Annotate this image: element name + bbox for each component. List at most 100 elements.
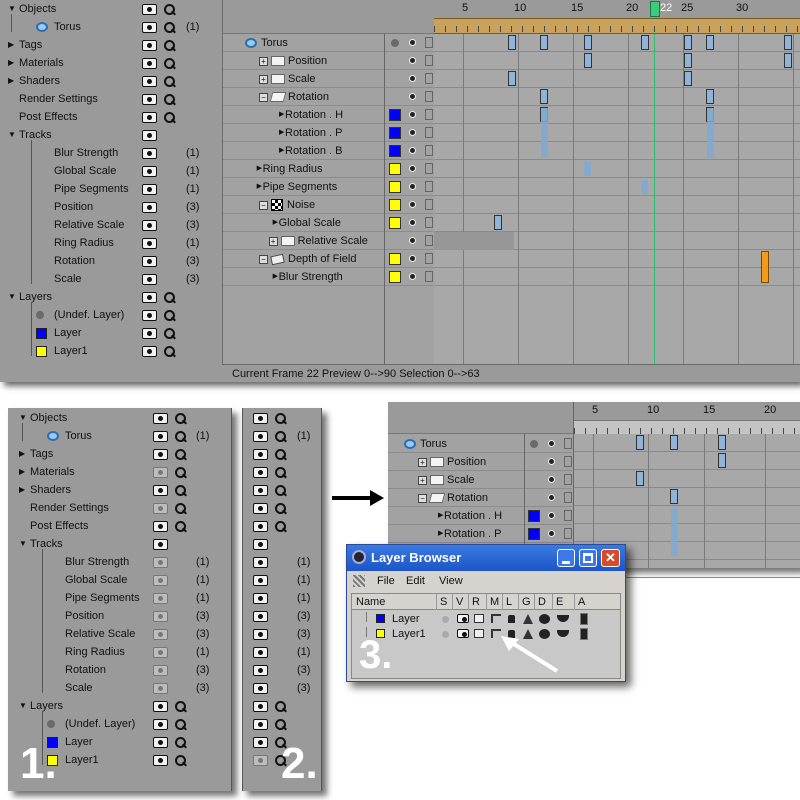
eye-icon[interactable] [409, 219, 416, 226]
visibility-eye-icon[interactable] [253, 485, 268, 496]
visibility-eye-icon[interactable] [253, 593, 268, 604]
visibility-eye-icon[interactable] [153, 521, 168, 532]
film-strip-icon[interactable] [425, 73, 433, 84]
search-icon[interactable] [274, 700, 287, 713]
search-icon[interactable] [174, 718, 187, 731]
visibility-eye-icon[interactable] [253, 647, 268, 658]
tree-row-position[interactable]: (3) [243, 607, 323, 625]
tree-row-post-effects[interactable]: Post Effects [0, 108, 222, 126]
visibility-eye-icon[interactable] [253, 521, 268, 532]
track-row-torus[interactable]: Torus [388, 435, 572, 453]
search-icon[interactable] [274, 430, 287, 443]
visibility-eye-icon[interactable] [153, 539, 168, 550]
film-strip-icon[interactable] [425, 145, 433, 156]
visibility-eye-icon[interactable] [153, 755, 168, 766]
film-strip-icon[interactable] [425, 199, 433, 210]
search-icon[interactable] [174, 484, 187, 497]
visibility-eye-icon[interactable] [253, 701, 268, 712]
tree-row-position[interactable]: Position (3) [0, 198, 222, 216]
generator-icon[interactable] [523, 614, 533, 624]
search-icon[interactable] [163, 291, 176, 304]
tree-row-tags[interactable]: ▶ Tags [0, 36, 222, 54]
search-icon[interactable] [174, 412, 187, 425]
film-strip-icon[interactable] [425, 109, 433, 120]
track-row-torus[interactable]: Torus [223, 34, 433, 52]
expand-triangle-icon[interactable]: ▶ [8, 72, 14, 90]
expand-triangle-icon[interactable]: ▶ [19, 463, 25, 481]
track-row-pipe-segments[interactable]: ▶ Pipe Segments [223, 178, 433, 196]
visibility-eye-icon[interactable] [142, 184, 157, 195]
search-icon[interactable] [163, 111, 176, 124]
eye-icon[interactable] [409, 237, 416, 244]
visibility-eye-icon[interactable] [153, 665, 168, 676]
film-strip-icon[interactable] [564, 474, 572, 485]
visibility-eye-icon[interactable] [253, 539, 268, 550]
frame-ruler-small[interactable]: 5 10 15 20 [574, 402, 800, 434]
keyframe-marker[interactable] [508, 71, 516, 86]
solo-dot-icon[interactable] [442, 616, 449, 623]
search-icon[interactable] [174, 502, 187, 515]
layer-row-layer[interactable]: Layer [352, 612, 620, 627]
tree-row-relative-scale[interactable]: Relative Scale (3) [0, 216, 222, 234]
visibility-eye-icon[interactable] [142, 76, 157, 87]
tree-row-pipe-segments[interactable]: Pipe Segments (1) [0, 180, 222, 198]
tree-row-relative-scale[interactable]: (3) [243, 625, 323, 643]
visibility-eye-icon[interactable] [253, 575, 268, 586]
keyframe-marker[interactable] [641, 35, 649, 50]
eye-icon[interactable] [548, 440, 555, 447]
visibility-eye-icon[interactable] [153, 683, 168, 694]
keyframe-marker[interactable] [684, 53, 692, 68]
track-row-rotation[interactable]: − Rotation [388, 489, 572, 507]
search-icon[interactable] [163, 345, 176, 358]
search-icon[interactable] [274, 484, 287, 497]
film-strip-icon[interactable] [564, 438, 572, 449]
expand-triangle-icon[interactable]: ▶ [8, 54, 14, 72]
track-row-position[interactable]: + Position [388, 453, 572, 471]
eye-icon[interactable] [409, 129, 416, 136]
eye-icon[interactable] [409, 201, 416, 208]
keyframe-marker[interactable] [784, 35, 792, 50]
expand-plus-icon[interactable]: + [259, 75, 268, 84]
column-header-e[interactable]: E [556, 594, 563, 610]
visibility-eye-icon[interactable] [142, 238, 157, 249]
minimize-button[interactable] [557, 549, 575, 567]
eye-icon[interactable] [409, 255, 416, 262]
visibility-eye-icon[interactable] [142, 58, 157, 69]
lock-icon[interactable] [508, 615, 515, 623]
visibility-eye-icon[interactable] [153, 593, 168, 604]
visibility-eye-icon[interactable] [142, 346, 157, 357]
film-strip-icon[interactable] [425, 37, 433, 48]
menu-edit[interactable]: Edit [406, 571, 425, 591]
eye-icon[interactable] [548, 512, 555, 519]
film-strip-icon[interactable] [425, 271, 433, 282]
menu-view[interactable]: View [439, 571, 463, 591]
keyframe-marker[interactable] [684, 71, 692, 86]
column-header-s[interactable]: S [440, 594, 447, 610]
tree-row-tags[interactable] [243, 445, 323, 463]
tree-row-rotation[interactable]: (3) [243, 661, 323, 679]
film-strip-icon[interactable] [564, 456, 572, 467]
visibility-eye-icon[interactable] [142, 202, 157, 213]
collapse-minus-icon[interactable]: − [259, 93, 268, 102]
eye-icon[interactable] [409, 93, 416, 100]
visibility-eye-icon[interactable] [457, 629, 469, 638]
film-strip-icon[interactable] [564, 492, 572, 503]
search-icon[interactable] [174, 754, 187, 767]
visibility-eye-icon[interactable] [153, 413, 168, 424]
visibility-eye-icon[interactable] [142, 94, 157, 105]
tree-row-objects[interactable]: ▼ Objects [8, 409, 232, 427]
search-icon[interactable] [163, 57, 176, 70]
visibility-eye-icon[interactable] [142, 4, 157, 15]
visibility-eye-icon[interactable] [253, 503, 268, 514]
search-icon[interactable] [163, 93, 176, 106]
search-icon[interactable] [163, 327, 176, 340]
visibility-eye-icon[interactable] [253, 467, 268, 478]
search-icon[interactable] [174, 700, 187, 713]
tree-row-render-settings[interactable]: Render Settings [0, 90, 222, 108]
tree-row-global-scale[interactable]: (1) [243, 571, 323, 589]
tree-row-torus[interactable]: (1) [243, 427, 323, 445]
track-row-rotation-b[interactable]: ▶ Rotation . B [223, 142, 433, 160]
keyframe-marker[interactable] [636, 471, 644, 486]
tree-row-shaders[interactable]: ▶ Shaders [0, 72, 222, 90]
collapse-minus-icon[interactable]: − [418, 494, 427, 503]
